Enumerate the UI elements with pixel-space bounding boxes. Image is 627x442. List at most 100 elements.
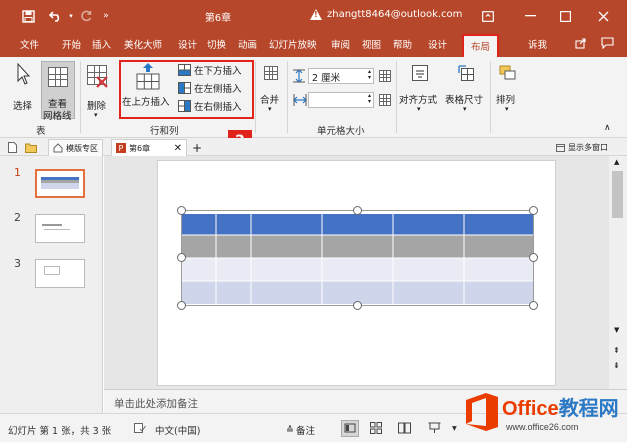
tab-beautify-master[interactable]: 美化大师: [124, 37, 162, 51]
resize-handle-bottom-left[interactable]: [177, 301, 186, 310]
show-multi-window-button[interactable]: 显示多窗口: [552, 139, 612, 156]
slideshow-view-icon[interactable]: [428, 422, 441, 437]
scroll-down-icon[interactable]: ▼: [614, 326, 619, 334]
document-tab-strip: 模版专区 P 第6章 ✕ + 显示多窗口: [0, 138, 627, 156]
zoom-dropdown-icon[interactable]: ▾: [452, 423, 457, 434]
collapse-ribbon-icon[interactable]: ∧: [604, 123, 611, 133]
distribute-rows-icon[interactable]: [379, 70, 391, 82]
minimize-icon[interactable]: [518, 6, 542, 26]
resize-handle-right[interactable]: [529, 253, 538, 262]
slide-sorter-view-icon[interactable]: [370, 422, 382, 437]
new-tab-icon[interactable]: +: [188, 139, 206, 156]
distribute-columns-icon[interactable]: [379, 94, 391, 106]
scroll-thumb[interactable]: [612, 171, 623, 218]
slide-thumbnail-1[interactable]: [35, 169, 85, 198]
alignment-icon: [412, 65, 428, 84]
insert-above-button[interactable]: 在上方插入: [122, 62, 174, 114]
new-doc-icon[interactable]: [4, 139, 21, 156]
table-size-button[interactable]: 表格尺寸 ▾: [444, 62, 488, 114]
next-slide-icon[interactable]: ⇟: [613, 361, 620, 370]
tab-help[interactable]: 帮助: [393, 37, 412, 51]
spelling-check-icon[interactable]: [134, 423, 146, 436]
alignment-button[interactable]: 对齐方式 ▾: [398, 62, 442, 114]
watermark-url: www.office26.com: [506, 422, 579, 432]
column-width-icon: [293, 94, 307, 109]
tab-design[interactable]: 设计: [178, 37, 197, 51]
office-logo: [464, 392, 500, 432]
customize-toolbar-icon[interactable]: »: [99, 6, 113, 26]
close-icon[interactable]: [591, 6, 615, 26]
reading-view-icon[interactable]: [398, 422, 411, 437]
resize-handle-left[interactable]: [177, 253, 186, 262]
select-button[interactable]: 选择: [10, 61, 38, 117]
insert-left-icon: [178, 82, 191, 94]
open-folder-icon[interactable]: [21, 139, 41, 156]
slide-thumbnail-2[interactable]: [35, 214, 85, 243]
width-stepper-icon[interactable]: ▴ ▾: [368, 93, 371, 105]
slide-editing-canvas: [104, 156, 609, 389]
powerpoint-file-icon: P: [116, 143, 126, 153]
view-gridlines-button[interactable]: 查看 网格线: [41, 61, 75, 122]
tab-tell-me[interactable]: 诉我: [528, 37, 547, 51]
tab-animations[interactable]: 动画: [238, 37, 257, 51]
comments-icon[interactable]: [601, 37, 614, 52]
document-title: 第6章: [204, 13, 232, 24]
tab-layout[interactable]: 布局: [462, 34, 500, 57]
maximize-icon[interactable]: [553, 6, 577, 26]
tab-template-zone[interactable]: 模版专区: [48, 139, 103, 156]
merge-button[interactable]: 合并 ▾: [258, 62, 284, 114]
office26-watermark: Office教程网 www.office26.com: [462, 384, 627, 442]
cursor-icon: [16, 62, 32, 90]
previous-slide-icon[interactable]: ⇞: [613, 346, 620, 355]
language-status[interactable]: 中文(中国): [155, 423, 200, 437]
row-height-input[interactable]: 2 厘米 ▴ ▾: [308, 68, 374, 84]
merge-label: 合并: [260, 95, 280, 106]
resize-handle-top[interactable]: [353, 206, 362, 215]
height-stepper-icon[interactable]: ▴ ▾: [368, 69, 371, 81]
scroll-up-icon[interactable]: ▲: [614, 158, 619, 166]
tab-home[interactable]: 开始: [62, 37, 81, 51]
group-cell-size-label: 单元格大小: [317, 126, 365, 137]
tab-view[interactable]: 视图: [362, 37, 381, 51]
resize-handle-bottom-right[interactable]: [529, 301, 538, 310]
resize-handle-top-right[interactable]: [529, 206, 538, 215]
title-bar: ▾ » 第6章 zhangtt8464@outlook.com: [0, 0, 627, 31]
undo-icon[interactable]: [46, 6, 66, 26]
current-slide[interactable]: [157, 160, 556, 386]
slide-thumbnail-3[interactable]: [35, 259, 85, 288]
undo-dropdown-icon[interactable]: ▾: [66, 6, 76, 26]
notes-icon: ≙: [286, 424, 294, 436]
group-table-label: 表: [36, 126, 46, 137]
delete-button[interactable]: 删除 ▾: [83, 61, 113, 121]
insert-right-button[interactable]: 在右侧插入: [178, 99, 242, 113]
tab-review[interactable]: 审阅: [331, 37, 350, 51]
insert-below-button[interactable]: 在下方插入: [178, 63, 242, 77]
vertical-scrollbar[interactable]: ▲ ▼ ⇞ ⇟: [609, 156, 627, 389]
multi-window-icon: [556, 143, 565, 152]
close-tab-icon[interactable]: ✕: [174, 143, 182, 154]
table-selection-frame: [181, 210, 534, 306]
redo-icon[interactable]: [78, 6, 94, 26]
gridlines-label-2: 网格线: [43, 111, 72, 122]
thumb-text-line: [42, 224, 62, 226]
tab-transitions[interactable]: 切换: [207, 37, 226, 51]
save-icon[interactable]: [18, 6, 38, 26]
tab-file[interactable]: 文件: [20, 37, 39, 51]
ribbon-display-options-icon[interactable]: [476, 6, 500, 26]
normal-view-icon[interactable]: [341, 420, 359, 437]
tab-table-design[interactable]: 设计: [428, 37, 447, 51]
account-area[interactable]: zhangtt8464@outlook.com: [310, 9, 462, 20]
tab-chapter-6[interactable]: P 第6章 ✕: [111, 139, 187, 156]
resize-handle-top-left[interactable]: [177, 206, 186, 215]
insert-left-button[interactable]: 在左侧插入: [178, 81, 242, 95]
share-icon[interactable]: [575, 37, 587, 52]
delete-dropdown-icon: ▾: [94, 111, 98, 119]
resize-handle-bottom[interactable]: [353, 301, 362, 310]
tab-slideshow[interactable]: 幻灯片放映: [269, 37, 317, 51]
tab-insert[interactable]: 插入: [92, 37, 111, 51]
notes-toggle-button[interactable]: ≙ 备注: [286, 423, 315, 438]
arrange-button[interactable]: 排列 ▾: [493, 62, 523, 114]
thumb-small-table: [44, 266, 60, 275]
arrange-label: 排列: [496, 95, 516, 106]
column-width-input[interactable]: ▴ ▾: [308, 92, 374, 108]
